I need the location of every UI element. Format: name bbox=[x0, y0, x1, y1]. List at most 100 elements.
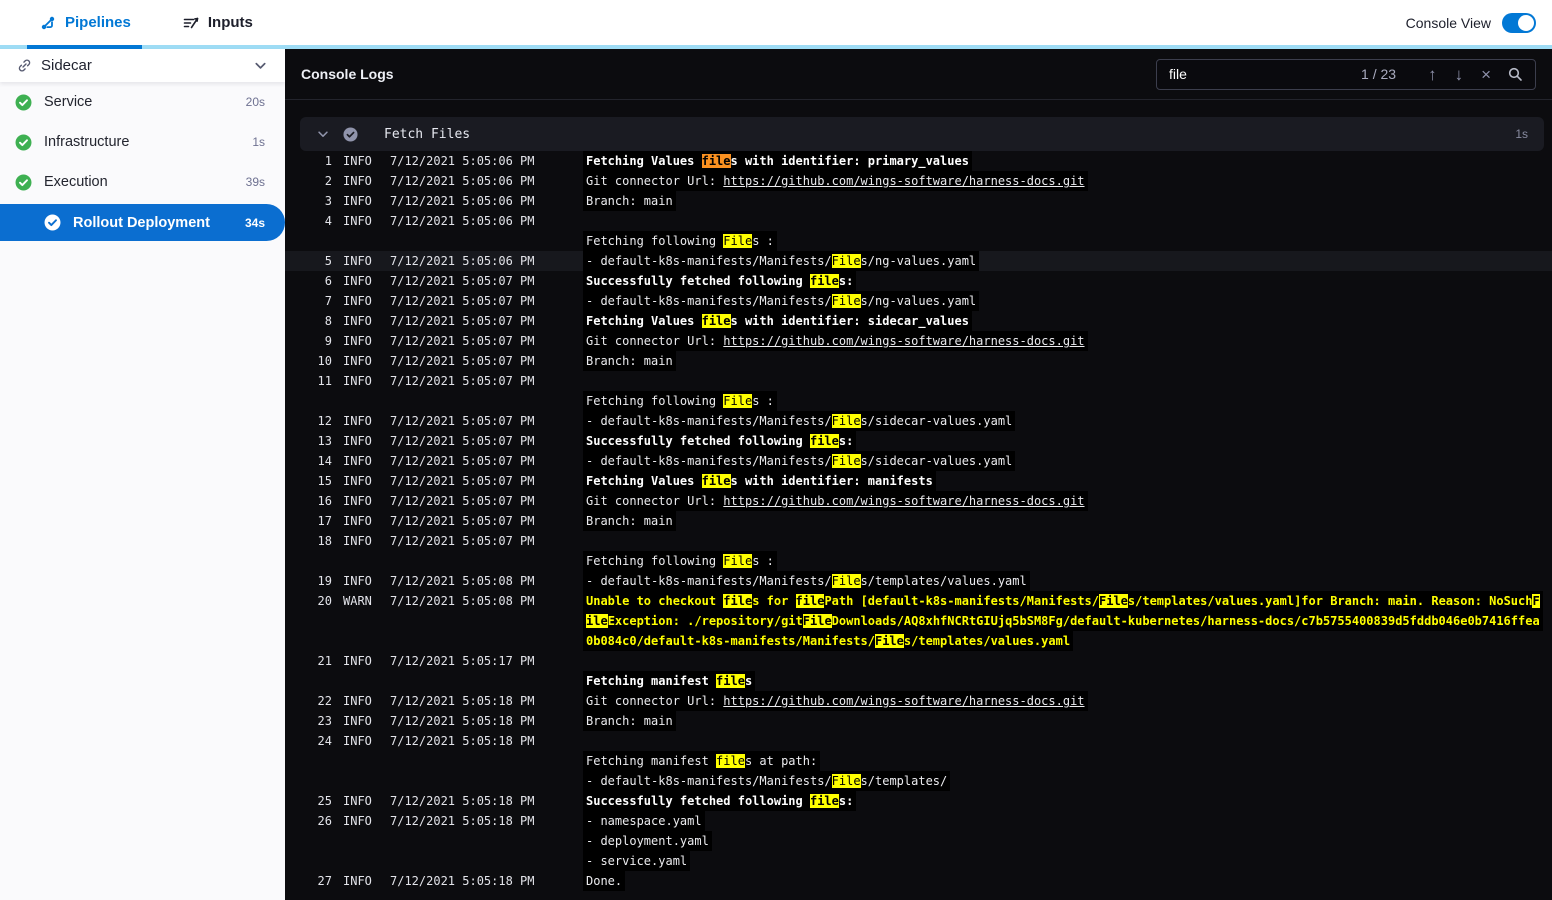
line-number: 6 bbox=[324, 274, 332, 288]
link-icon bbox=[17, 58, 32, 73]
stage-name: Sidecar bbox=[41, 57, 92, 74]
section-duration: 1s bbox=[1515, 127, 1528, 141]
chevron-down-icon bbox=[253, 58, 268, 73]
log-row: 6 INFO 7/12/2021 5:05:07 PM Successfully fe… bbox=[285, 271, 1552, 291]
log-text: - service.yaml bbox=[586, 854, 688, 868]
log-message: - default-k8s-manifests/Manifests/Files/… bbox=[583, 251, 980, 271]
log-row: 18 INFO 7/12/2021 5:05:07 PM bbox=[285, 531, 1552, 551]
stage-selector[interactable]: Sidecar bbox=[0, 49, 285, 82]
log-text: s: bbox=[838, 434, 854, 448]
log-text: - deployment.yaml bbox=[586, 834, 709, 848]
log-level: INFO bbox=[343, 414, 372, 428]
log-link[interactable]: https://github.com/wings-software/harnes… bbox=[723, 694, 1084, 708]
line-number: 20 bbox=[317, 594, 332, 608]
log-text: Fetching Values bbox=[586, 474, 702, 488]
log-message: Successfully fetched following files: bbox=[583, 431, 857, 451]
log-timestamp bbox=[390, 611, 536, 631]
line-number bbox=[300, 771, 332, 791]
search-icon[interactable] bbox=[1507, 66, 1523, 82]
line-number: 24 bbox=[317, 734, 332, 748]
search-input[interactable] bbox=[1169, 66, 1362, 82]
log-link[interactable]: https://github.com/wings-software/harnes… bbox=[723, 494, 1084, 508]
log-level: INFO bbox=[343, 274, 372, 288]
log-row: - deployment.yaml bbox=[285, 831, 1552, 851]
log-message: Fetching manifest files at path: bbox=[583, 751, 821, 771]
sidebar-item-execution[interactable]: Execution 39s bbox=[0, 162, 285, 202]
log-text: s with identifier: manifests bbox=[730, 474, 933, 488]
log-section-fetch-files[interactable]: Fetch Files 1s bbox=[300, 117, 1544, 151]
search-match: File bbox=[723, 554, 753, 568]
line-number: 27 bbox=[317, 874, 332, 888]
log-level: INFO bbox=[343, 514, 372, 528]
console-view-toggle[interactable] bbox=[1502, 12, 1536, 33]
success-check-icon bbox=[44, 214, 61, 231]
log-level: INFO bbox=[343, 474, 372, 488]
search-match: file bbox=[809, 434, 839, 448]
log-message: Git connector Url: https://github.com/wi… bbox=[583, 691, 1088, 711]
search-match: File bbox=[831, 454, 861, 468]
tab-pipelines-label: Pipelines bbox=[65, 14, 131, 31]
log-message: - service.yaml bbox=[583, 851, 691, 871]
log-level: INFO bbox=[343, 694, 372, 708]
log-row: 23 INFO 7/12/2021 5:05:18 PM Branch: main bbox=[285, 711, 1552, 731]
line-number bbox=[300, 391, 332, 411]
log-message: - default-k8s-manifests/Manifests/Files/… bbox=[583, 291, 980, 311]
log-row: 19 INFO 7/12/2021 5:05:08 PM - default-k8s-… bbox=[285, 571, 1552, 591]
log-text: Fetching manifest bbox=[586, 674, 717, 688]
line-number bbox=[300, 611, 332, 631]
log-rows: 1 INFO 7/12/2021 5:05:06 PM Fetching Values… bbox=[285, 151, 1552, 891]
search-match: File bbox=[802, 614, 832, 628]
line-number: 19 bbox=[317, 574, 332, 588]
line-number bbox=[300, 671, 332, 691]
log-timestamp: 7/12/2021 5:05:18 PM bbox=[390, 734, 535, 748]
log-level: WARN bbox=[343, 594, 372, 608]
log-level: INFO bbox=[343, 654, 372, 668]
log-text: s/templates/ bbox=[860, 774, 948, 788]
log-message: Successfully fetched following files: bbox=[583, 791, 857, 811]
line-number: 1 bbox=[324, 154, 332, 168]
line-number: 18 bbox=[317, 534, 332, 548]
log-text: - default-k8s-manifests/Manifests/ bbox=[586, 454, 832, 468]
log-link[interactable]: https://github.com/wings-software/harnes… bbox=[723, 174, 1084, 188]
step-list: Service 20s Infrastructure 1s Execution … bbox=[0, 82, 285, 241]
log-level: INFO bbox=[343, 734, 372, 748]
log-timestamp: 7/12/2021 5:05:08 PM bbox=[390, 594, 535, 608]
sidebar-item-infrastructure[interactable]: Infrastructure 1s bbox=[0, 122, 285, 162]
log-message: Successfully fetched following files: bbox=[583, 271, 857, 291]
log-level: INFO bbox=[343, 794, 372, 808]
log-row: Fetching following Files : bbox=[285, 551, 1552, 571]
log-timestamp bbox=[390, 671, 536, 691]
log-level: INFO bbox=[343, 214, 372, 228]
tab-inputs[interactable]: Inputs bbox=[183, 14, 253, 31]
log-message: Branch: main bbox=[583, 711, 676, 731]
log-link[interactable]: https://github.com/wings-software/harnes… bbox=[723, 334, 1084, 348]
line-number: 12 bbox=[317, 414, 332, 428]
search-match: file bbox=[723, 594, 753, 608]
log-row: 13 INFO 7/12/2021 5:05:07 PM Successfully f… bbox=[285, 431, 1552, 451]
log-row: ileException: ./repository/gitFileDownlo… bbox=[285, 611, 1552, 631]
sidebar-item-service[interactable]: Service 20s bbox=[0, 82, 285, 122]
log-timestamp bbox=[390, 751, 536, 771]
line-number bbox=[300, 551, 332, 571]
log-message: Branch: main bbox=[583, 511, 676, 531]
log-message: Fetching following Files : bbox=[583, 231, 777, 251]
log-row: 14 INFO 7/12/2021 5:05:07 PM - default-k8s-… bbox=[285, 451, 1552, 471]
search-match: file bbox=[795, 594, 825, 608]
line-number: 7 bbox=[324, 294, 332, 308]
log-text: s/templates/values.yaml bbox=[903, 634, 1071, 648]
log-timestamp: 7/12/2021 5:05:18 PM bbox=[390, 714, 535, 728]
log-message: 0b084c0/default-k8s-manifests/Manifests/… bbox=[583, 631, 1074, 651]
console-panel: Console Logs 1 / 23 ↑ ↓ × Fetch Files 1s… bbox=[285, 49, 1552, 900]
previous-match-arrow-icon[interactable]: ↑ bbox=[1428, 66, 1437, 83]
next-match-arrow-icon[interactable]: ↓ bbox=[1455, 66, 1464, 83]
close-search-icon[interactable]: × bbox=[1481, 66, 1491, 83]
log-timestamp: 7/12/2021 5:05:07 PM bbox=[390, 454, 535, 468]
log-row: 8 INFO 7/12/2021 5:05:07 PM Fetching Values… bbox=[285, 311, 1552, 331]
search-match: File bbox=[1099, 594, 1128, 608]
sidebar-item-rollout-deployment[interactable]: Rollout Deployment 34s bbox=[0, 204, 285, 241]
tab-pipelines[interactable]: Pipelines bbox=[40, 14, 131, 31]
log-text: - default-k8s-manifests/Manifests/ bbox=[586, 774, 832, 788]
log-text: s/ng-values.yaml bbox=[860, 294, 977, 308]
log-row: 3 INFO 7/12/2021 5:05:06 PM Branch: main bbox=[285, 191, 1552, 211]
log-level bbox=[343, 751, 381, 771]
